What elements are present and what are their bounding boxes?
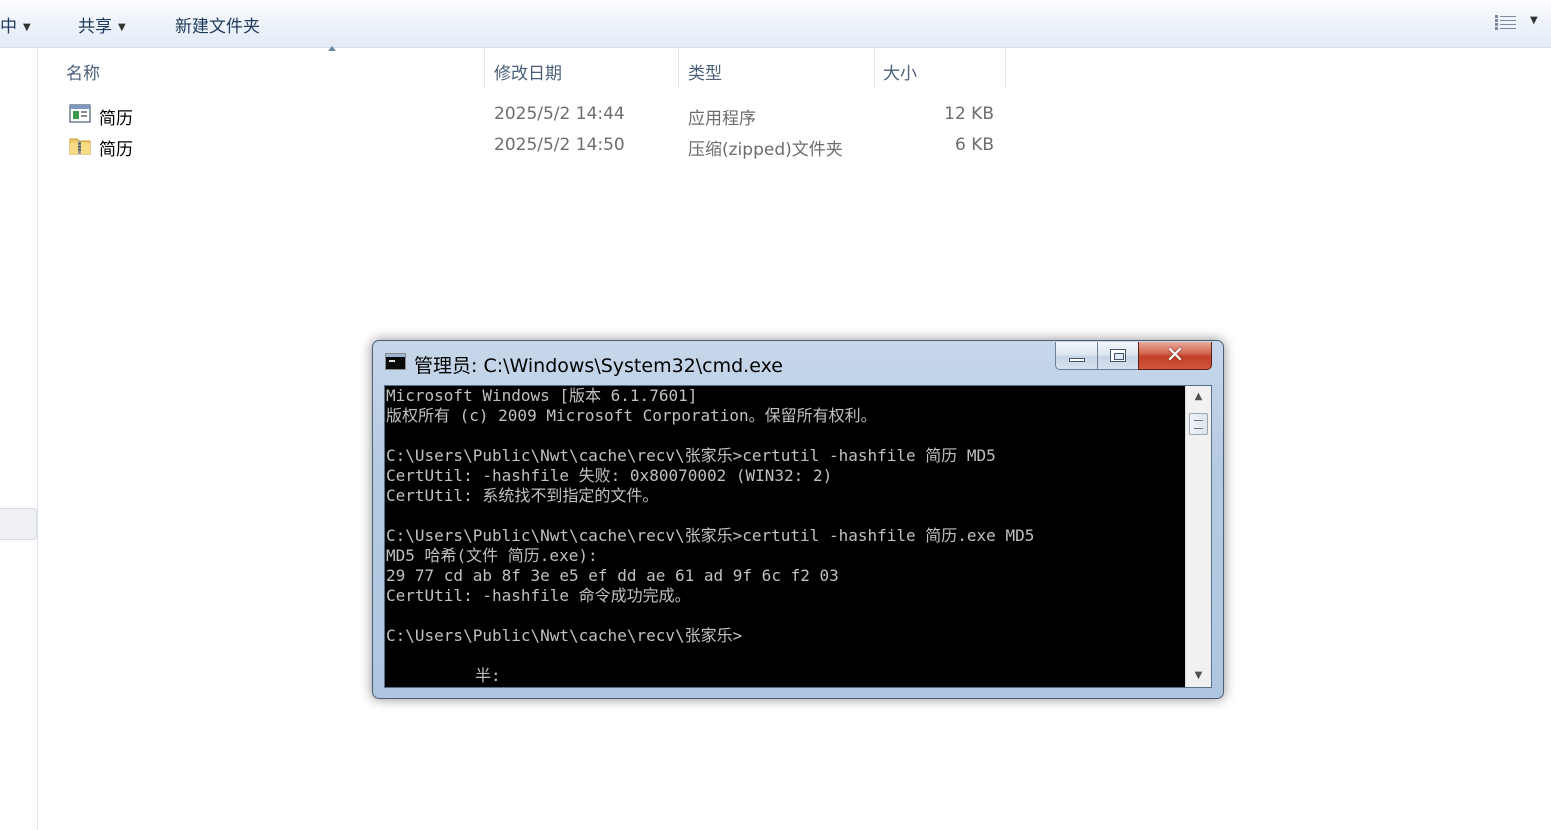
chevron-down-icon: ▼ [1530, 15, 1538, 26]
scrollbar-thumb[interactable] [1189, 413, 1208, 435]
file-name: 简历 [99, 109, 133, 129]
ime-status: 半: [475, 666, 501, 685]
scroll-down-icon[interactable]: ▼ [1186, 667, 1211, 685]
console-output-area[interactable]: Microsoft Windows [版本 6.1.7601] 版权所有 (c) … [384, 385, 1212, 688]
file-row[interactable]: 简历 2025/5/2 14:50 压缩(zipped)文件夹 6 KB [66, 131, 1006, 161]
chevron-down-icon: ▼ [118, 22, 126, 33]
scroll-up-icon[interactable]: ▲ [1186, 388, 1211, 406]
console-line: C:\Users\Public\Nwt\cache\recv\张家乐> [386, 626, 743, 645]
nav-pane-scroll-handle[interactable] [0, 508, 37, 540]
minimize-icon [1069, 358, 1085, 362]
console-line: C:\Users\Public\Nwt\cache\recv\张家乐>certu… [386, 446, 996, 465]
console-line: C:\Users\Public\Nwt\cache\recv\张家乐>certu… [386, 526, 1035, 545]
application-icon [69, 104, 91, 123]
cmd-window[interactable]: 管理员: C:\Windows\System32\cmd.exe ✕ Micro… [372, 340, 1224, 699]
file-date: 2025/5/2 14:50 [494, 135, 625, 155]
new-folder-button[interactable]: 新建文件夹 [175, 12, 260, 37]
column-header-name[interactable]: 名称 [66, 46, 485, 88]
close-button[interactable]: ✕ [1138, 342, 1212, 370]
console-text: Microsoft Windows [版本 6.1.7601] 版权所有 (c) … [386, 386, 1181, 687]
file-row[interactable]: 简历 2025/5/2 14:44 应用程序 12 KB [66, 100, 1006, 130]
chevron-down-icon: ▼ [23, 22, 31, 33]
console-line: 版权所有 (c) 2009 Microsoft Corporation。保留所有… [386, 406, 877, 425]
column-header-date[interactable]: 修改日期 [494, 48, 679, 88]
details-view-icon [1495, 15, 1516, 30]
console-line: CertUtil: 系统找不到指定的文件。 [386, 486, 659, 505]
explorer-toolbar: 中 ▼ 共享 ▼ 新建文件夹 ▼ [0, 0, 1551, 48]
file-name: 简历 [99, 140, 133, 160]
minimize-button[interactable] [1055, 342, 1098, 370]
console-line: 29 77 cd ab 8f 3e e5 ef dd ae 61 ad 9f 6… [386, 566, 839, 585]
file-size: 12 KB [944, 104, 994, 124]
cmd-window-title: 管理员: C:\Windows\System32\cmd.exe [414, 355, 783, 377]
column-header-name-label: 名称 [66, 64, 100, 84]
file-type: 压缩(zipped)文件夹 [688, 140, 843, 160]
close-icon: ✕ [1165, 343, 1185, 368]
sort-ascending-icon [328, 46, 336, 51]
new-folder-label: 新建文件夹 [175, 17, 260, 37]
column-header-size-label: 大小 [883, 64, 917, 84]
column-header-date-label: 修改日期 [494, 64, 562, 84]
file-size: 6 KB [954, 135, 994, 155]
maximize-button[interactable] [1097, 342, 1139, 370]
zip-folder-icon [69, 138, 91, 155]
change-view-button[interactable]: ▼ [1492, 12, 1542, 36]
organize-label: 中 [0, 17, 17, 37]
console-icon [385, 353, 406, 370]
maximize-icon [1110, 349, 1126, 362]
console-line: CertUtil: -hashfile 失败: 0x80070002 (WIN3… [386, 466, 833, 485]
column-header-type[interactable]: 类型 [688, 48, 875, 88]
navigation-pane [0, 48, 38, 830]
share-label: 共享 [78, 17, 112, 37]
share-menu-button[interactable]: 共享 ▼ [78, 12, 126, 37]
file-type: 应用程序 [688, 109, 756, 129]
file-date: 2025/5/2 14:44 [494, 104, 625, 124]
console-scrollbar[interactable]: ▲ ▼ [1185, 386, 1211, 687]
console-line: CertUtil: -hashfile 命令成功完成。 [386, 586, 691, 605]
organize-menu-button[interactable]: 中 ▼ [0, 12, 31, 37]
column-header-size[interactable]: 大小 [883, 48, 1006, 88]
console-line: Microsoft Windows [版本 6.1.7601] [386, 386, 698, 405]
console-line: MD5 哈希(文件 简历.exe): [386, 546, 598, 565]
column-header-type-label: 类型 [688, 64, 722, 84]
